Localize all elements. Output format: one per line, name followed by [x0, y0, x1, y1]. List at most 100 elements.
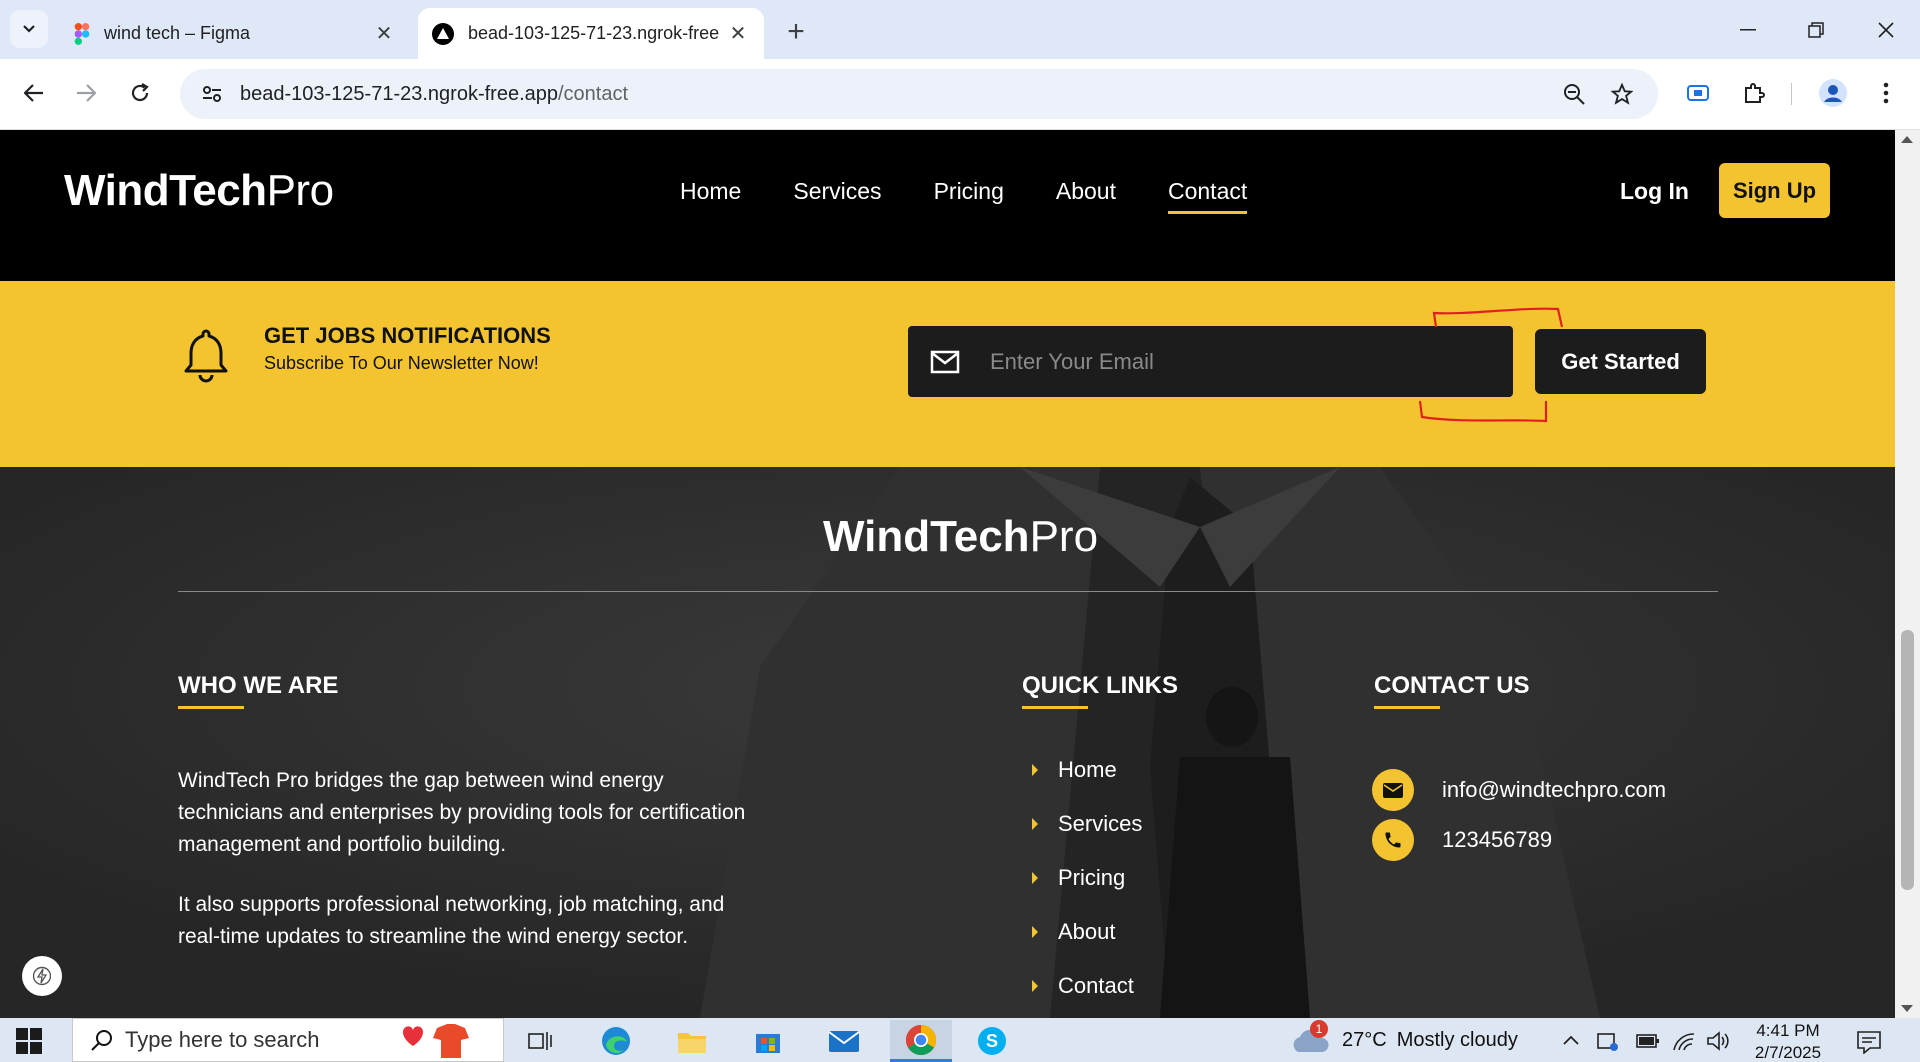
page-scrollbar[interactable]: [1895, 130, 1920, 1018]
reload-icon: [131, 83, 149, 102]
back-button[interactable]: [14, 73, 54, 113]
nav-home[interactable]: Home: [680, 178, 741, 214]
taskbar-search-input[interactable]: [125, 1027, 385, 1053]
close-window-button[interactable]: [1858, 8, 1914, 52]
tab-figma[interactable]: wind tech – Figma ✕: [60, 8, 410, 59]
scroll-down-icon[interactable]: [1901, 1005, 1913, 1012]
close-tab-icon[interactable]: ✕: [726, 22, 750, 46]
quick-links-heading: QUICK LINKS: [1022, 672, 1178, 709]
about-paragraph-2: It also supports professional networking…: [178, 893, 725, 948]
close-tab-icon[interactable]: ✕: [372, 22, 396, 46]
wifi-icon[interactable]: [1672, 1030, 1696, 1052]
newsletter-subtitle: Subscribe To Our Newsletter Now!: [264, 353, 539, 373]
nav-about[interactable]: About: [1056, 178, 1116, 214]
newsletter-title: GET JOBS NOTIFICATIONS: [264, 323, 551, 348]
mail-icon: [930, 350, 962, 374]
forward-button[interactable]: [66, 73, 106, 113]
caret-right-icon: [1032, 926, 1038, 938]
screen-share-icon: [1687, 85, 1709, 101]
star-icon: [1611, 83, 1633, 105]
site-info-button[interactable]: [190, 72, 234, 116]
new-tab-button[interactable]: +: [778, 14, 814, 50]
search-icon: [91, 1030, 112, 1051]
taskbar-search[interactable]: [72, 1018, 504, 1062]
clock-date: 2/7/2025: [1754, 1043, 1822, 1062]
skype-app[interactable]: S: [966, 1020, 1018, 1062]
quick-link-pricing[interactable]: Pricing: [1022, 865, 1125, 891]
tab-ngrok[interactable]: bead-103-125-71-23.ngrok-free ✕: [418, 8, 764, 59]
close-icon: [1878, 22, 1894, 38]
task-view-button[interactable]: [514, 1020, 566, 1062]
store-app[interactable]: [742, 1020, 794, 1062]
quick-action-button[interactable]: [22, 956, 62, 996]
mail-app-icon: [828, 1031, 860, 1052]
bookmark-button[interactable]: [1602, 74, 1642, 114]
tab-search-button[interactable]: [10, 10, 48, 48]
menu-button[interactable]: [1866, 73, 1906, 113]
quick-link-contact[interactable]: Contact: [1022, 973, 1134, 999]
battery-icon[interactable]: [1636, 1032, 1660, 1050]
kebab-menu-icon: [1883, 82, 1889, 104]
site-favicon-icon: [432, 22, 454, 45]
main-nav: Home Services Pricing About Contact: [680, 178, 1299, 214]
meet-now-icon[interactable]: [1596, 1030, 1620, 1052]
store-icon: [756, 1034, 780, 1053]
quick-link-home[interactable]: Home: [1022, 757, 1117, 783]
nav-pricing[interactable]: Pricing: [934, 178, 1004, 214]
edge-app[interactable]: [590, 1020, 642, 1062]
chevron-up-icon[interactable]: [1562, 1034, 1580, 1046]
url-path: /contact: [558, 82, 629, 105]
cast-button[interactable]: [1678, 73, 1718, 113]
nav-services[interactable]: Services: [793, 178, 881, 214]
contact-phone[interactable]: 123456789: [1372, 819, 1552, 861]
contact-email-text: info@windtechpro.com: [1442, 777, 1667, 802]
zoom-button[interactable]: [1554, 74, 1594, 114]
volume-icon[interactable]: [1706, 1030, 1730, 1052]
footer-logo[interactable]: WindTechPro: [823, 512, 1098, 562]
restore-button[interactable]: [1788, 8, 1844, 52]
footer-logo-light: Pro: [1029, 512, 1099, 561]
zoom-out-icon: [1564, 84, 1585, 105]
windows-start-icon[interactable]: [16, 1028, 42, 1054]
minimize-icon: [1740, 29, 1756, 31]
scroll-up-icon[interactable]: [1901, 136, 1913, 143]
url-host: bead-103-125-71-23.ngrok-free.app: [240, 82, 558, 105]
red-annotation-mark: [1418, 307, 1564, 423]
quick-link-label: Home: [1058, 757, 1117, 782]
address-bar[interactable]: bead-103-125-71-23.ngrok-free.app/contac…: [180, 69, 1658, 119]
toolbar-divider: [1791, 83, 1792, 105]
logo-bold-text: WindTech: [64, 166, 267, 215]
extensions-button[interactable]: [1734, 73, 1774, 113]
caret-right-icon: [1032, 818, 1038, 830]
cloud-icon: 1: [1290, 1020, 1330, 1058]
signup-button[interactable]: Sign Up: [1719, 163, 1830, 218]
lightning-icon: [33, 966, 51, 986]
skype-icon: S: [978, 1027, 1006, 1055]
weather-widget[interactable]: 1 27°C Mostly cloudy: [1290, 1020, 1518, 1058]
caret-right-icon: [1032, 764, 1038, 776]
reload-button[interactable]: [120, 73, 160, 113]
file-explorer-app[interactable]: [666, 1020, 718, 1062]
quick-link-label: About: [1058, 919, 1116, 944]
who-we-are-heading: WHO WE ARE: [178, 672, 338, 709]
newsletter-banner: GET JOBS NOTIFICATIONS Subscribe To Our …: [0, 281, 1895, 467]
login-link[interactable]: Log In: [1620, 178, 1689, 205]
notifications-icon[interactable]: [1856, 1030, 1884, 1054]
caret-right-icon: [1032, 980, 1038, 992]
contact-email[interactable]: info@windtechpro.com: [1372, 769, 1666, 811]
quick-link-about[interactable]: About: [1022, 919, 1116, 945]
chrome-app[interactable]: [890, 1020, 952, 1062]
windows-taskbar: S 1 27°C Mostly cloudy 4:41 PM 2/7/2025: [0, 1018, 1920, 1062]
forward-arrow-icon: [77, 84, 96, 102]
folder-icon: [678, 1033, 706, 1053]
scroll-thumb[interactable]: [1901, 630, 1914, 890]
system-clock[interactable]: 4:41 PM 2/7/2025: [1748, 1020, 1828, 1062]
profile-button[interactable]: [1813, 73, 1853, 113]
minimize-button[interactable]: [1720, 8, 1776, 52]
restore-icon: [1808, 22, 1824, 38]
mail-app[interactable]: [818, 1020, 870, 1062]
nav-contact[interactable]: Contact: [1167, 178, 1248, 214]
footer-divider: [178, 591, 1718, 592]
quick-link-services[interactable]: Services: [1022, 811, 1142, 837]
site-logo[interactable]: WindTechPro: [64, 166, 334, 216]
